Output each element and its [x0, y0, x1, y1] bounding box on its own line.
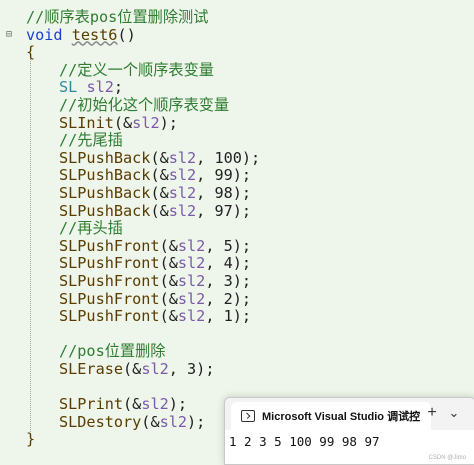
variable-name: sl2	[177, 307, 206, 326]
variable-name: sl2	[177, 236, 206, 255]
code-args: , 99);	[196, 166, 252, 185]
code-args: , 1);	[205, 307, 252, 326]
code-punct: (&	[150, 201, 169, 220]
function-name: SLPushFront	[59, 307, 160, 326]
function-name: SLDestory	[59, 412, 142, 431]
function-name: SLPushBack	[59, 201, 151, 220]
function-name: test6	[71, 25, 118, 44]
declaration: SL sl2;	[59, 78, 123, 96]
code-comment: //再头插	[59, 219, 123, 238]
function-name: SLInit	[59, 113, 114, 132]
function-name: SLPushBack	[59, 184, 151, 202]
function-name: SLPushFront	[59, 236, 160, 255]
variable-name: sl2	[177, 272, 206, 290]
code-punct: (&	[159, 236, 178, 255]
code-punct: ()	[117, 25, 136, 44]
code-punct: (&	[150, 166, 169, 185]
terminal-output: 1 2 3 5 100 99 98 97	[229, 434, 380, 449]
dropdown-icon[interactable]: ⌄	[447, 403, 461, 423]
function-name: SLPrint	[59, 395, 124, 414]
function-call: SLDestory(&sl2);	[59, 413, 205, 431]
collapse-icon[interactable]: ⊟	[4, 26, 14, 44]
terminal-tab[interactable]: Microsoft Visual Studio 调试控 ×	[231, 402, 431, 430]
variable-name: sl2	[177, 289, 206, 308]
code-comment: //pos位置删除	[59, 342, 166, 361]
function-name: SLPushBack	[59, 166, 151, 185]
code-punct: ;	[113, 78, 124, 97]
code-punct: (&	[123, 360, 142, 378]
function-call: SLPrint(&sl2);	[59, 395, 187, 413]
function-call: SLPushBack(&sl2, 99);	[59, 166, 251, 184]
code-punct: (&	[159, 307, 178, 326]
code-punct: (&	[159, 289, 178, 308]
variable-name: sl2	[141, 360, 169, 378]
code-punct: (&	[159, 272, 178, 290]
code-args: , 2);	[205, 289, 252, 308]
code-args: , 3);	[205, 272, 252, 290]
code-args: );	[159, 113, 178, 132]
variable-name: sl2	[177, 254, 206, 273]
code-args: );	[187, 412, 206, 431]
function-call: SLPushFront(&sl2, 5);	[59, 237, 251, 255]
function-name: SLPushBack	[59, 148, 151, 167]
keyword: void	[26, 25, 63, 44]
code-comment: //初始化这个顺序表变量	[59, 96, 230, 114]
code-punct: (&	[141, 412, 160, 431]
close-tab-icon[interactable]: ×	[397, 406, 413, 421]
variable-name: sl2	[168, 166, 197, 185]
code-comment: //先尾插	[59, 131, 123, 150]
code-punct: (&	[150, 148, 169, 167]
function-call: SLErase(&sl2, 3);	[59, 360, 214, 378]
indent-guide	[30, 56, 31, 432]
variable-name: sl2	[168, 184, 197, 202]
variable-name: sl2	[168, 148, 197, 167]
code-comment: //定义一个顺序表变量	[59, 60, 214, 79]
code-args: );	[168, 395, 188, 414]
variable-name: sl2	[132, 113, 160, 132]
function-name: SLPushFront	[59, 272, 160, 290]
terminal-tab-bar: Microsoft Visual Studio 调试控 × + ⌄	[225, 398, 474, 430]
function-name: SLPushFront	[59, 289, 160, 308]
function-call: SLPushFront(&sl2, 4);	[59, 254, 251, 272]
watermark: CSDN @Jimo	[428, 455, 466, 461]
code-args: , 97);	[196, 201, 252, 220]
variable-name: sl2	[141, 395, 169, 414]
code-editor[interactable]: //顺序表pos位置删除测试 ⊟ void test6(){//定义一个顺序表变量 S…	[0, 0, 474, 463]
code-args: , 4);	[205, 254, 252, 273]
code-punct: (&	[113, 113, 133, 132]
function-call: SLPushFront(&sl2, 3);	[59, 272, 251, 290]
type-name: SL	[59, 78, 78, 97]
function-call: SLPushFront(&sl2, 1);	[59, 307, 251, 325]
code-args: , 98);	[196, 184, 252, 202]
code-punct: (&	[123, 395, 142, 414]
new-tab-button[interactable]: +	[425, 403, 439, 423]
function-call: SLPushBack(&sl2, 98);	[59, 184, 251, 202]
code-args: , 5);	[205, 236, 252, 255]
code-punct: (&	[159, 254, 178, 273]
function-name: SLErase	[59, 360, 124, 378]
function-call: SLPushFront(&sl2, 2);	[59, 290, 251, 308]
variable-name: sl2	[159, 412, 188, 431]
function-name: SLPushFront	[59, 254, 160, 273]
variable-name: sl2	[86, 78, 114, 97]
function-call: SLPushBack(&sl2, 100);	[59, 149, 260, 167]
variable-name: sl2	[168, 201, 197, 220]
function-signature: void test6()	[26, 26, 136, 44]
code-text: }	[26, 430, 36, 449]
code-comment: //顺序表pos位置删除测试	[26, 8, 209, 26]
code-args: , 3);	[168, 360, 215, 378]
function-call: SLPushBack(&sl2, 97);	[59, 202, 251, 220]
code-args: , 100);	[196, 148, 261, 167]
function-call: SLInit(&sl2);	[59, 114, 178, 132]
code-text: {	[26, 43, 36, 62]
code-punct: (&	[150, 184, 169, 202]
terminal-icon	[241, 410, 255, 422]
